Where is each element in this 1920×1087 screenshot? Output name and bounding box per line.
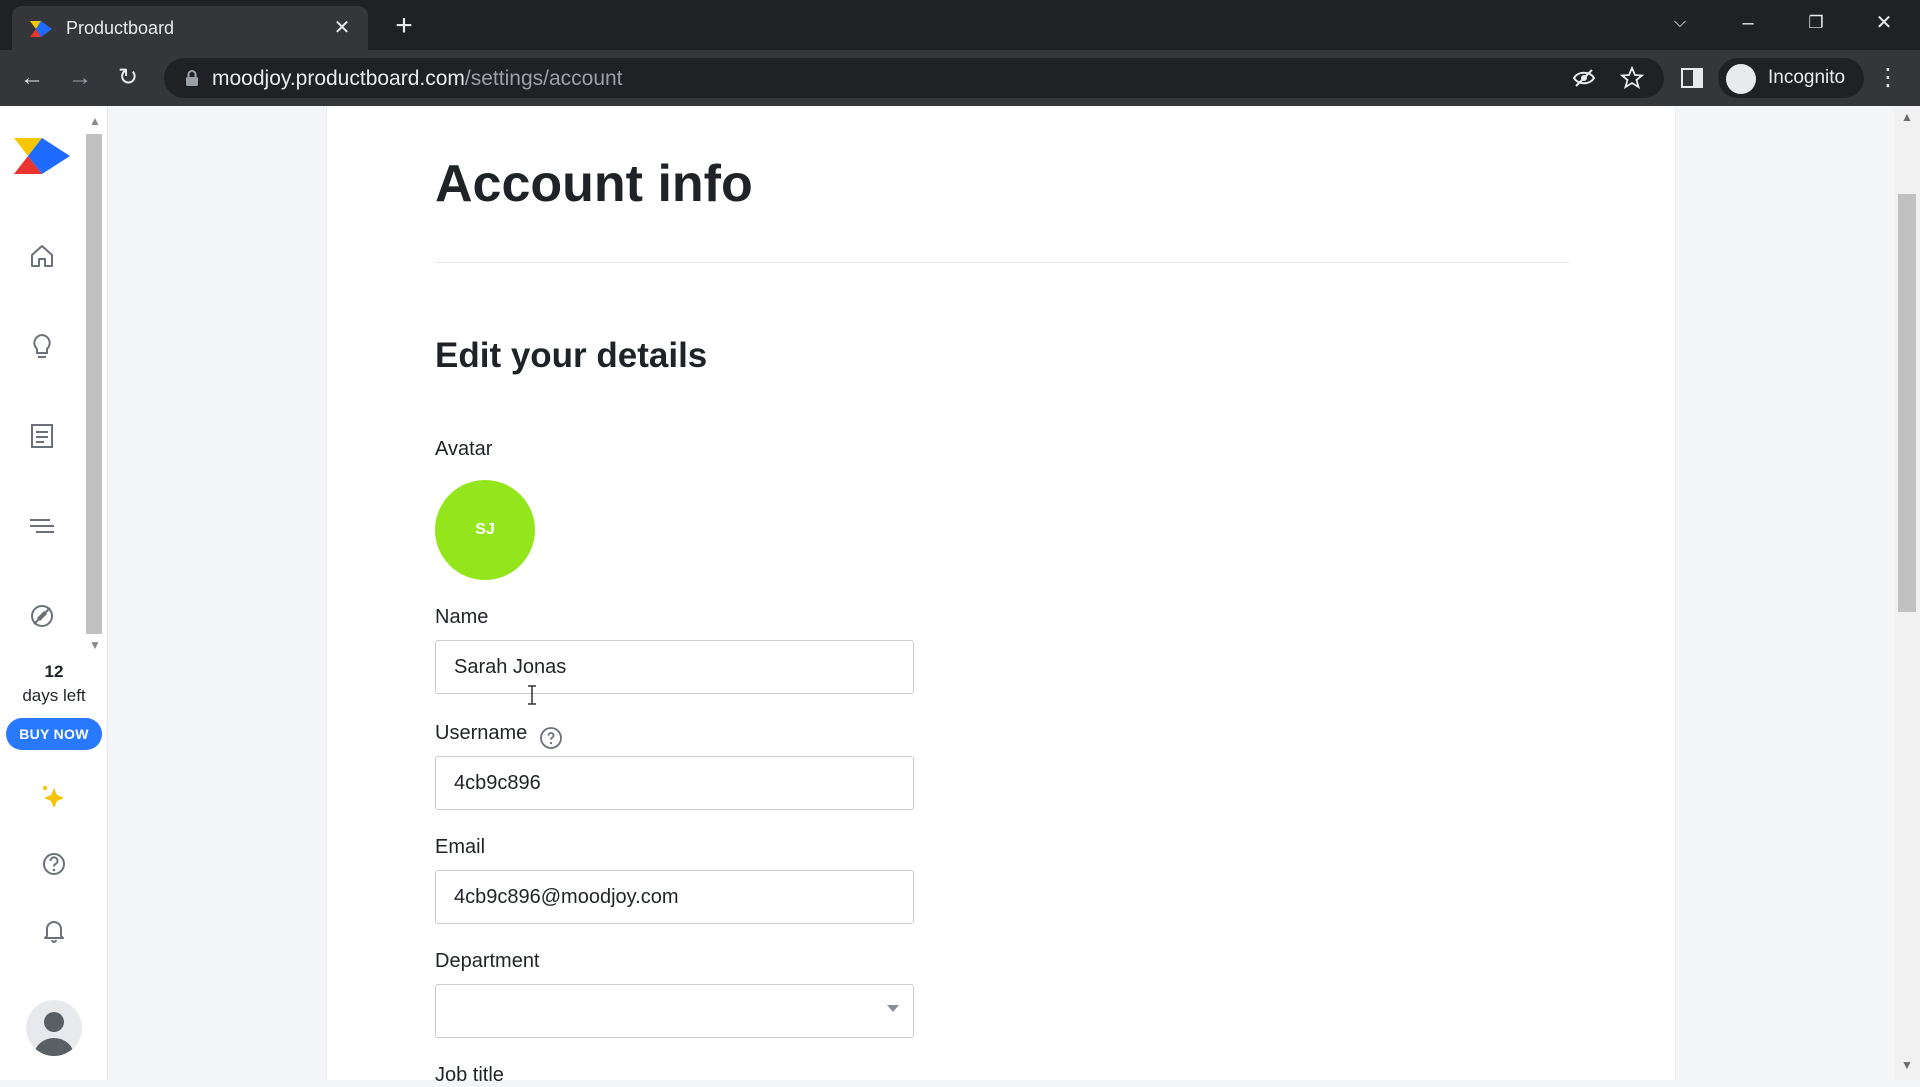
bell-icon[interactable] bbox=[38, 914, 70, 946]
productboard-logo-icon[interactable] bbox=[14, 136, 70, 176]
name-label: Name bbox=[435, 606, 489, 628]
notes-icon[interactable] bbox=[26, 420, 58, 452]
incognito-icon bbox=[1726, 64, 1756, 94]
page-scrollbar[interactable]: ▲ ▼ bbox=[1894, 106, 1920, 1080]
side-panel-icon[interactable] bbox=[1678, 64, 1706, 92]
text-cursor-icon bbox=[528, 685, 536, 705]
name-input[interactable] bbox=[435, 640, 914, 694]
eye-slash-icon[interactable] bbox=[1572, 66, 1596, 90]
job-title-label: Job title bbox=[435, 1064, 504, 1086]
avatar-upload[interactable]: SJ bbox=[435, 480, 535, 580]
tab-title: Productboard bbox=[66, 18, 175, 38]
email-input[interactable] bbox=[435, 870, 914, 924]
close-tab-icon[interactable]: ✕ bbox=[330, 16, 354, 40]
minimize-icon[interactable]: – bbox=[1728, 6, 1768, 40]
chevron-down-icon bbox=[887, 1005, 899, 1012]
forward-icon[interactable]: → bbox=[64, 62, 96, 94]
productboard-favicon-icon bbox=[30, 21, 52, 37]
scroll-up-icon[interactable]: ▲ bbox=[84, 114, 106, 130]
tab-search-icon[interactable]: ⌵ bbox=[1660, 6, 1700, 40]
browser-tabstrip: Productboard ✕ + ⌵ – ❐ ✕ bbox=[0, 0, 1920, 50]
lock-icon bbox=[186, 70, 198, 86]
user-avatar[interactable] bbox=[26, 1000, 82, 1056]
url-text: moodjoy.productboard.com/settings/accoun… bbox=[212, 67, 623, 90]
username-label: Username bbox=[435, 722, 528, 744]
bookmark-star-icon[interactable] bbox=[1620, 66, 1644, 90]
account-settings-card: Account info Edit your details Avatar SJ… bbox=[326, 106, 1676, 1086]
roadmap-icon[interactable] bbox=[26, 510, 58, 542]
page-scroll-thumb[interactable] bbox=[1898, 194, 1916, 612]
back-icon[interactable]: ← bbox=[16, 62, 48, 94]
browser-menu-icon[interactable]: ⋮ bbox=[1876, 62, 1900, 94]
trial-days-count: 12 bbox=[44, 662, 64, 681]
username-help-icon[interactable] bbox=[539, 726, 563, 750]
sidebar-scroll-thumb[interactable] bbox=[86, 134, 102, 634]
incognito-profile-button[interactable]: Incognito bbox=[1718, 58, 1864, 98]
trial-days-label: days left bbox=[22, 686, 86, 705]
app-sidebar: ▲ ▼ 12 days left BUY NOW bbox=[0, 106, 108, 1080]
buy-now-button[interactable]: BUY NOW bbox=[6, 718, 102, 750]
browser-toolbar: ← → ↻ moodjoy.productboard.com/settings/… bbox=[0, 50, 1920, 106]
department-select[interactable] bbox=[435, 984, 914, 1038]
section-title: Edit your details bbox=[435, 336, 708, 375]
sparkle-icon[interactable] bbox=[38, 782, 70, 814]
close-window-icon[interactable]: ✕ bbox=[1864, 6, 1904, 40]
portal-icon[interactable] bbox=[26, 600, 58, 632]
email-label: Email bbox=[435, 836, 486, 858]
new-tab-icon[interactable]: + bbox=[388, 10, 420, 42]
scroll-down-icon[interactable]: ▼ bbox=[84, 638, 106, 654]
page-scroll-up-icon[interactable]: ▲ bbox=[1894, 110, 1920, 128]
username-input[interactable] bbox=[435, 756, 914, 810]
page-scroll-down-icon[interactable]: ▼ bbox=[1894, 1058, 1920, 1076]
reload-icon[interactable]: ↻ bbox=[112, 62, 144, 94]
title-divider bbox=[435, 262, 1569, 263]
address-bar[interactable]: moodjoy.productboard.com/settings/accoun… bbox=[164, 58, 1664, 98]
page-title: Account info bbox=[435, 155, 753, 213]
browser-tab[interactable]: Productboard ✕ bbox=[12, 6, 368, 50]
help-icon[interactable] bbox=[38, 848, 70, 880]
incognito-label: Incognito bbox=[1768, 67, 1846, 88]
lightbulb-icon[interactable] bbox=[26, 330, 58, 362]
sidebar-scrollbar[interactable]: ▲ ▼ bbox=[84, 114, 106, 654]
user-silhouette-icon bbox=[34, 1012, 74, 1056]
avatar-label: Avatar bbox=[435, 438, 493, 460]
restore-icon[interactable]: ❐ bbox=[1796, 6, 1836, 40]
department-label: Department bbox=[435, 950, 540, 972]
home-icon[interactable] bbox=[26, 240, 58, 272]
